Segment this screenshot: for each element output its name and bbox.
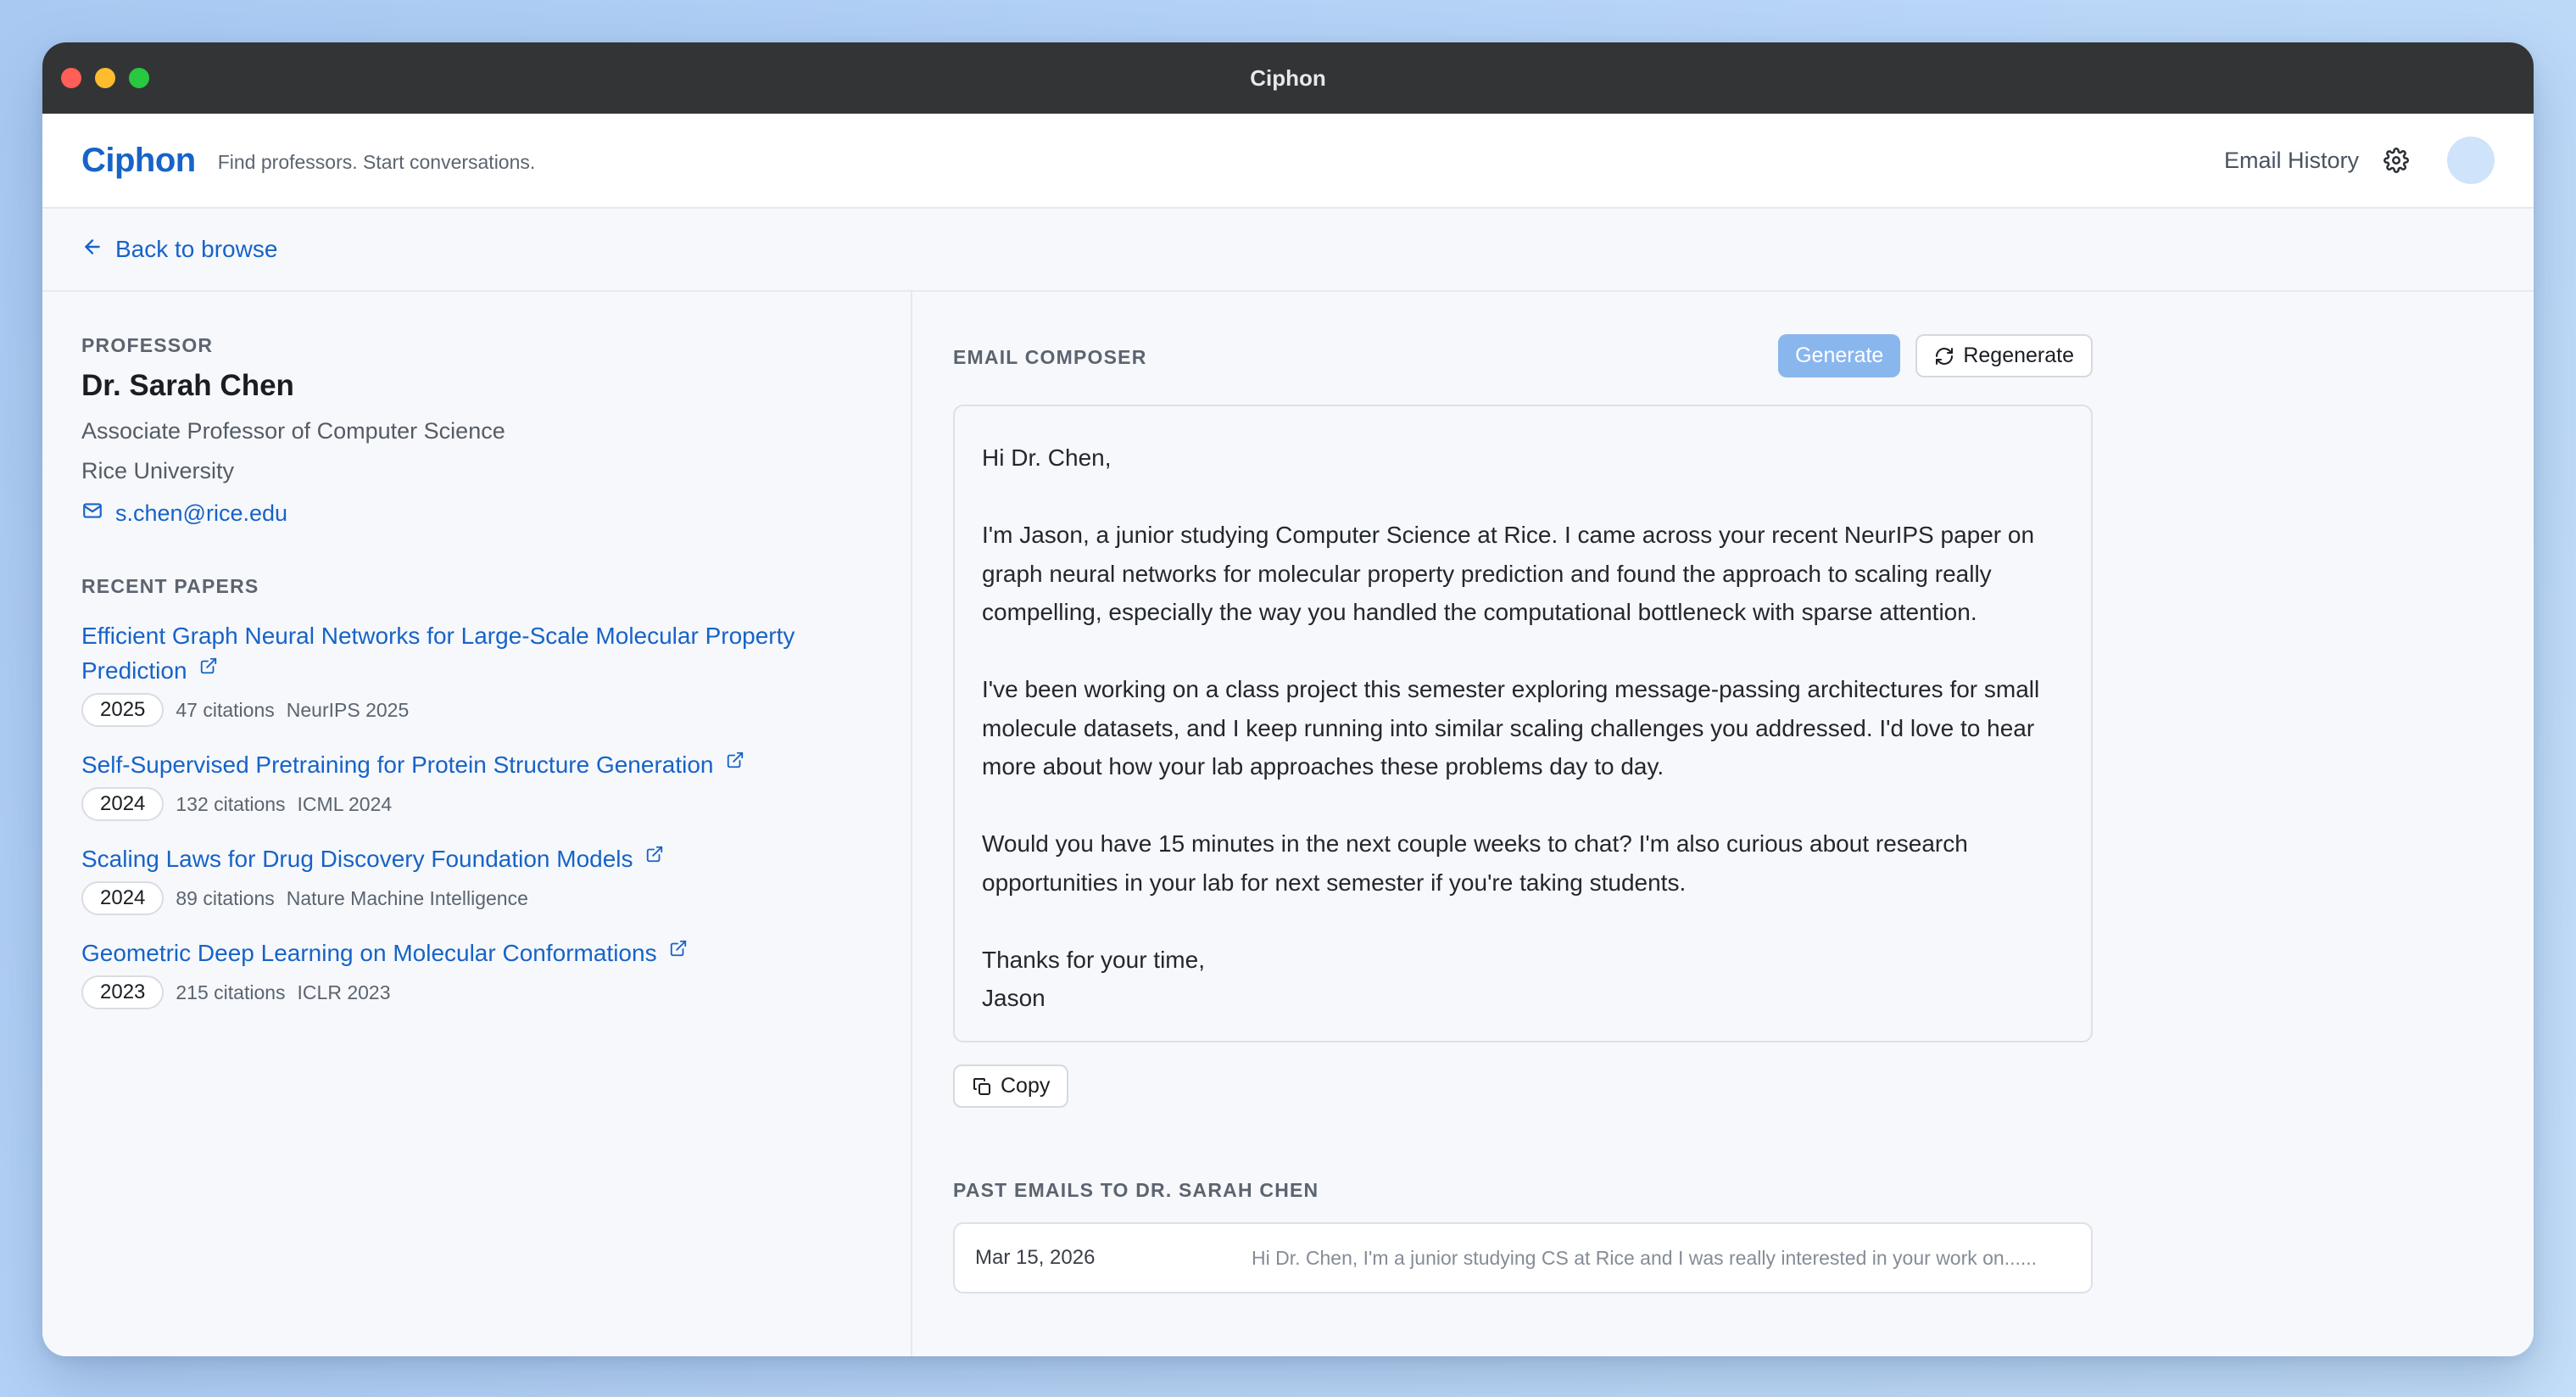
paper-venue: Nature Machine Intelligence xyxy=(286,886,528,909)
year-badge: 2024 xyxy=(81,787,164,821)
regenerate-label: Regenerate xyxy=(1963,344,2074,367)
past-email-preview: Hi Dr. Chen, I'm a junior studying CS at… xyxy=(1252,1246,2038,1269)
past-email-date: Mar 15, 2026 xyxy=(975,1246,1096,1269)
email-paragraph: I've been working on a class project thi… xyxy=(982,676,2040,780)
professor-panel: PROFESSOR Dr. Sarah Chen Associate Profe… xyxy=(42,292,912,1356)
back-label: Back to browse xyxy=(115,236,278,262)
past-emails-label: PAST EMAILS TO DR. SARAH CHEN xyxy=(953,1179,1319,1201)
external-link-icon[interactable] xyxy=(726,751,744,769)
paper-meta: 2024 89 citations Nature Machine Intelli… xyxy=(81,881,872,915)
professor-email: s.chen@rice.edu xyxy=(115,500,288,526)
paper-item: Efficient Graph Neural Networks for Larg… xyxy=(81,618,872,727)
paper-title-link[interactable]: Self-Supervised Pretraining for Protein … xyxy=(81,752,714,778)
paper-meta: 2025 47 citations NeurIPS 2025 xyxy=(81,693,872,727)
email-history-link[interactable]: Email History xyxy=(2224,148,2359,174)
back-bar: Back to browse xyxy=(42,209,2534,292)
external-link-icon[interactable] xyxy=(669,939,688,958)
paper-venue: ICML 2024 xyxy=(297,792,393,815)
email-closing: Thanks for your time, xyxy=(982,946,1205,973)
main-content: PROFESSOR Dr. Sarah Chen Associate Profe… xyxy=(42,292,2534,1356)
year-badge: 2025 xyxy=(81,693,164,727)
regenerate-button[interactable]: Regenerate xyxy=(1915,334,2093,377)
professor-university: Rice University xyxy=(81,458,235,483)
copy-button[interactable]: Copy xyxy=(953,1065,1069,1108)
app-header: Ciphon Find professors. Start conversati… xyxy=(42,114,2534,209)
paper-item: Geometric Deep Learning on Molecular Con… xyxy=(81,936,872,1009)
professor-section-label: PROFESSOR xyxy=(81,334,214,356)
external-link-icon[interactable] xyxy=(645,845,664,863)
email-signoff: Thanks for your time, Jason xyxy=(982,941,2064,1018)
window-title: Ciphon xyxy=(1250,64,1326,91)
year-badge: 2023 xyxy=(81,975,164,1009)
title-bar: Ciphon xyxy=(42,42,2534,114)
paper-meta: 2024 132 citations ICML 2024 xyxy=(81,787,872,821)
external-link-icon[interactable] xyxy=(199,657,218,675)
recent-papers-label: RECENT PAPERS xyxy=(81,575,259,597)
professor-email-link[interactable]: s.chen@rice.edu xyxy=(81,500,872,528)
professor-title: Associate Professor of Computer Science xyxy=(81,418,505,444)
citation-count: 215 citations xyxy=(176,981,286,1003)
gear-icon[interactable] xyxy=(2383,147,2410,174)
arrow-left-icon xyxy=(81,236,103,264)
copy-label: Copy xyxy=(1001,1074,1051,1098)
paper-venue: NeurIPS 2025 xyxy=(286,698,410,721)
close-window-button[interactable] xyxy=(61,68,81,88)
email-paragraph: Would you have 15 minutes in the next co… xyxy=(982,830,1968,896)
paper-title-link[interactable]: Geometric Deep Learning on Molecular Con… xyxy=(81,940,657,966)
past-email-row[interactable]: Mar 15, 2026 Hi Dr. Chen, I'm a junior s… xyxy=(953,1222,2093,1294)
window-controls xyxy=(61,68,149,88)
copy-icon xyxy=(973,1077,990,1095)
brand-logo[interactable]: Ciphon xyxy=(81,142,196,180)
paper-item: Self-Supervised Pretraining for Protein … xyxy=(81,747,872,821)
paper-title-link[interactable]: Efficient Graph Neural Networks for Larg… xyxy=(81,623,795,684)
email-paragraph: I'm Jason, a junior studying Computer Sc… xyxy=(982,522,2035,625)
composer-actions: Generate Regenerate xyxy=(1778,334,2093,377)
mail-icon xyxy=(81,500,103,528)
maximize-window-button[interactable] xyxy=(129,68,149,88)
paper-title-link[interactable]: Scaling Laws for Drug Discovery Foundati… xyxy=(81,846,633,872)
composer-panel: EMAIL COMPOSER Generate Regenerate Hi Dr… xyxy=(912,292,2534,1356)
email-body-editor[interactable]: Hi Dr. Chen, I'm Jason, a junior studyin… xyxy=(953,405,2093,1042)
generate-button[interactable]: Generate xyxy=(1778,334,1901,377)
minimize-window-button[interactable] xyxy=(95,68,115,88)
tagline: Find professors. Start conversations. xyxy=(217,150,536,173)
paper-venue: ICLR 2023 xyxy=(297,981,391,1003)
header-actions: Email History xyxy=(2224,137,2495,184)
refresh-icon xyxy=(1936,347,1954,365)
citation-count: 89 citations xyxy=(176,886,275,909)
composer-header: EMAIL COMPOSER Generate Regenerate xyxy=(953,334,2093,377)
email-paragraph: Hi Dr. Chen, xyxy=(982,444,1112,471)
back-to-browse-link[interactable]: Back to browse xyxy=(81,236,277,264)
email-signature: Jason xyxy=(982,985,1045,1011)
app-window: Ciphon Ciphon Find professors. Start con… xyxy=(42,42,2534,1356)
year-badge: 2024 xyxy=(81,881,164,915)
professor-name: Dr. Sarah Chen xyxy=(81,369,294,402)
composer-section-label: EMAIL COMPOSER xyxy=(953,346,1147,368)
citation-count: 47 citations xyxy=(176,698,275,721)
user-avatar[interactable] xyxy=(2447,137,2495,184)
citation-count: 132 citations xyxy=(176,792,286,815)
paper-item: Scaling Laws for Drug Discovery Foundati… xyxy=(81,841,872,915)
paper-meta: 2023 215 citations ICLR 2023 xyxy=(81,975,872,1009)
